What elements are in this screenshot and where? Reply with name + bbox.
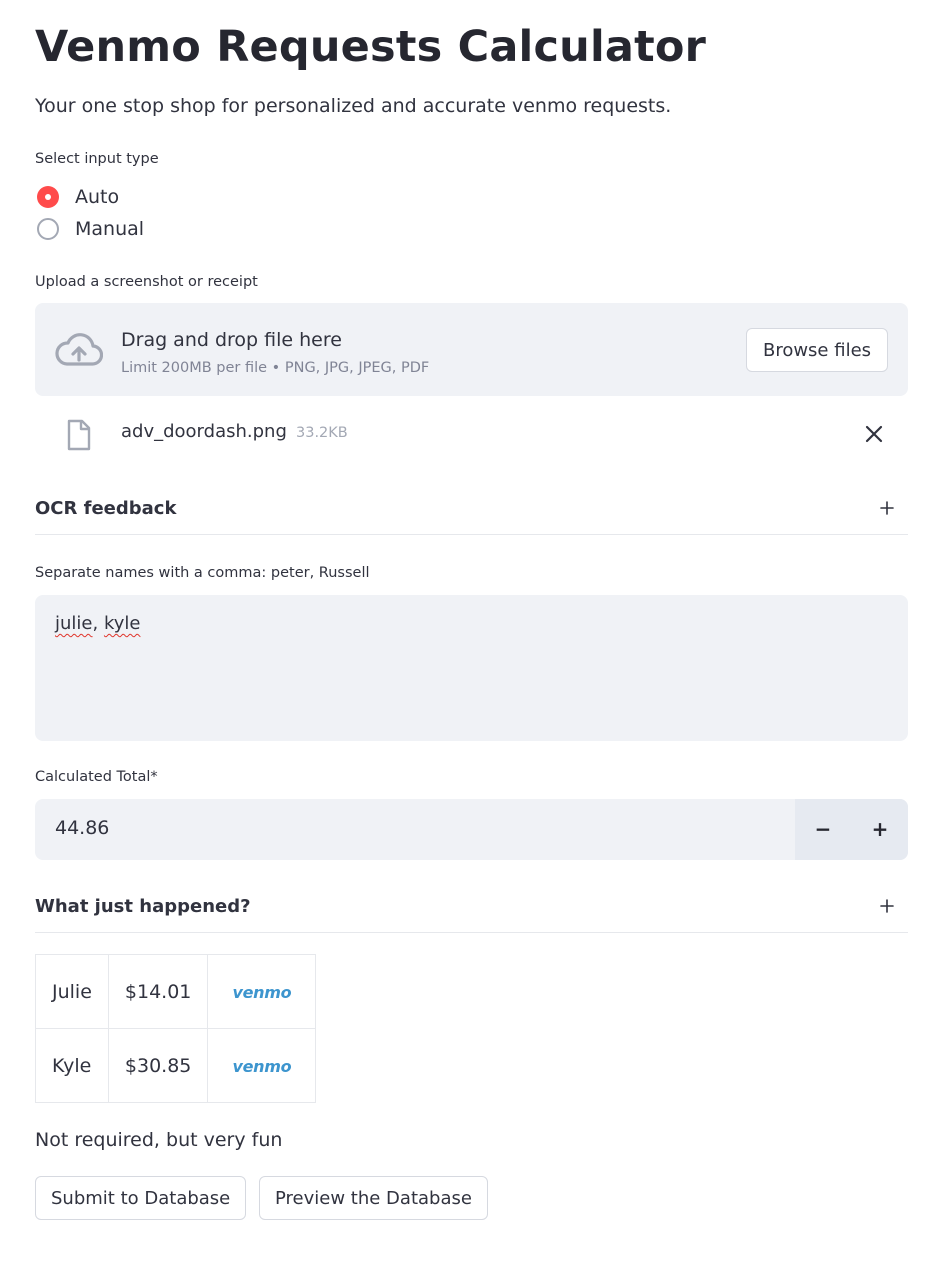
total-label: Calculated Total* [35, 769, 158, 785]
radio-label-manual: Manual [75, 218, 145, 240]
total-number-input[interactable]: 44.86 − + [35, 799, 908, 860]
radio-selected-icon[interactable] [37, 186, 59, 208]
ocr-feedback-title[interactable]: OCR feedback [35, 498, 176, 519]
optional-note: Not required, but very fun [35, 1129, 283, 1151]
venmo-link-cell: venmo [207, 1028, 317, 1103]
requests-table: Julie $14.01 venmo Kyle $30.85 venmo [35, 954, 317, 1103]
table-row: Kyle $30.85 venmo [35, 1028, 317, 1103]
preview-database-button[interactable]: Preview the Database [259, 1176, 488, 1220]
radio-unselected-icon[interactable] [37, 218, 59, 240]
expand-plus-icon[interactable] [877, 896, 897, 916]
radio-option-auto[interactable]: Auto [37, 186, 119, 208]
uploaded-file-size: 33.2KB [296, 425, 348, 441]
submit-to-database-button[interactable]: Submit to Database [35, 1176, 247, 1220]
venmo-link-cell: venmo [207, 954, 317, 1029]
what-happened-divider [35, 932, 908, 933]
ocr-feedback-divider [35, 534, 908, 535]
venmo-request-link[interactable]: venmo [232, 983, 291, 1002]
dropzone-title: Drag and drop file here [121, 329, 342, 351]
uploaded-file-name: adv_doordash.png [121, 421, 287, 442]
names-text-part: kyle [103, 613, 141, 634]
remove-file-close-icon[interactable] [865, 425, 883, 447]
dropzone-limit: Limit 200MB per file • PNG, JPG, JPEG, P… [121, 360, 430, 376]
increment-button[interactable]: + [852, 799, 908, 860]
decrement-button[interactable]: − [795, 799, 851, 860]
request-name: Julie [35, 954, 109, 1029]
browse-files-button[interactable]: Browse files [746, 328, 888, 372]
request-amount: $30.85 [107, 1028, 209, 1103]
radio-option-manual[interactable]: Manual [37, 218, 144, 240]
cloud-upload-icon [55, 333, 104, 371]
page-title: Venmo Requests Calculator [35, 22, 707, 72]
table-row: Julie $14.01 venmo [35, 954, 317, 1029]
venmo-request-link[interactable]: venmo [232, 1057, 291, 1076]
radio-label-auto: Auto [75, 186, 120, 208]
names-text-part: julie [55, 613, 93, 634]
names-text-part: , [92, 613, 104, 634]
file-icon [66, 419, 92, 455]
names-label: Separate names with a comma: peter, Russ… [35, 565, 370, 581]
request-name: Kyle [35, 1028, 109, 1103]
uploader-label: Upload a screenshot or receipt [35, 274, 258, 290]
what-happened-title[interactable]: What just happened? [35, 896, 251, 917]
page-subtitle: Your one stop shop for personalized and … [35, 95, 672, 117]
file-dropzone[interactable]: Drag and drop file here Limit 200MB per … [35, 303, 908, 396]
input-type-label: Select input type [35, 151, 159, 167]
expand-plus-icon[interactable] [877, 498, 897, 518]
total-value[interactable]: 44.86 [55, 817, 109, 839]
total-stepper: − + [795, 799, 908, 860]
names-textarea[interactable]: julie, kyle [35, 595, 908, 741]
request-amount: $14.01 [107, 954, 209, 1029]
